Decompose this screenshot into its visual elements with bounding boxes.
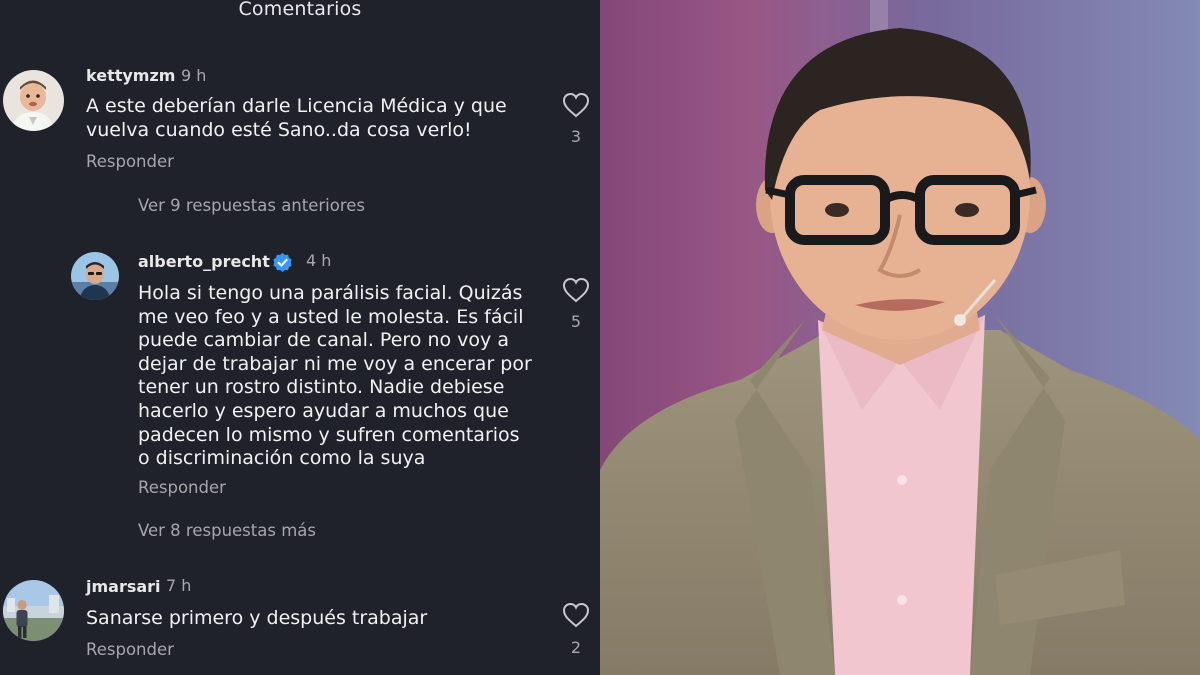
heart-outline-icon[interactable] <box>561 276 591 304</box>
comments-title: Comentarios <box>238 0 362 20</box>
comment-time: 7 h <box>166 576 192 595</box>
avatar[interactable] <box>3 580 64 641</box>
heart-outline-icon[interactable] <box>561 601 591 629</box>
heart-outline-icon[interactable] <box>561 91 591 119</box>
like-count: 2 <box>570 638 582 657</box>
comment-text: A este deberían darle Licencia Médica y … <box>86 95 507 141</box>
comment-username[interactable]: kettymzm <box>86 66 175 85</box>
verified-badge-icon <box>272 252 293 273</box>
presenter-photo-illustration <box>600 0 1200 675</box>
view-previous-replies-link[interactable]: Ver 9 respuestas anteriores <box>138 196 365 215</box>
comment-text: Sanarse primero y después trabajar <box>86 607 428 629</box>
comment-time: 9 h <box>181 66 207 85</box>
like-count: 3 <box>570 127 582 146</box>
like-count: 5 <box>570 312 582 331</box>
presenter-photo <box>600 0 1200 675</box>
avatar[interactable] <box>3 70 64 131</box>
avatar[interactable] <box>71 252 119 300</box>
reply-button[interactable]: Responder <box>86 152 174 171</box>
comment-text: Hola si tengo una parálisis facial. Quiz… <box>138 282 532 470</box>
view-more-replies-link[interactable]: Ver 8 respuestas más <box>138 521 316 540</box>
comment-time: 4 h <box>306 251 332 270</box>
comments-panel: Comentarios kettymzm 9 h A este deberían… <box>0 0 600 675</box>
comment-username[interactable]: alberto_precht <box>138 252 270 271</box>
reply-button[interactable]: Responder <box>86 640 174 659</box>
reply-button[interactable]: Responder <box>138 478 226 497</box>
comment-username[interactable]: jmarsari <box>86 577 161 596</box>
